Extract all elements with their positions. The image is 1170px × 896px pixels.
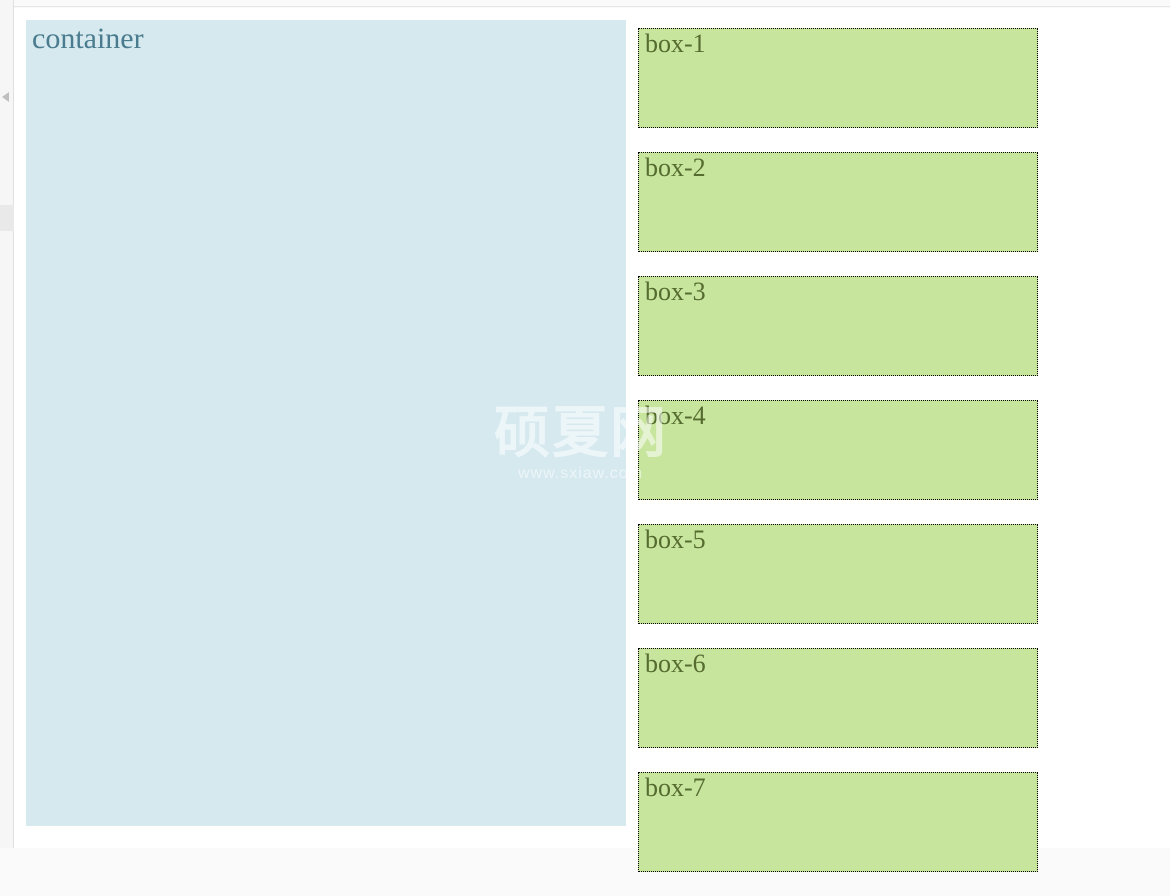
box-label: box-2 xyxy=(645,153,706,182)
box-item: box-7 xyxy=(638,772,1038,872)
box-item: box-2 xyxy=(638,152,1038,252)
box-item: box-5 xyxy=(638,524,1038,624)
box-label: box-5 xyxy=(645,525,706,554)
left-sidebar-tab[interactable] xyxy=(0,205,14,231)
box-label: box-4 xyxy=(645,401,706,430)
left-sidebar-strip xyxy=(0,0,14,848)
preview-canvas: container box-1 box-2 box-3 box-4 box-5 … xyxy=(14,8,1170,848)
collapse-arrow-icon[interactable] xyxy=(2,92,9,102)
box-item: box-3 xyxy=(638,276,1038,376)
container-panel: container xyxy=(26,20,626,826)
box-label: box-1 xyxy=(645,29,706,58)
box-item: box-1 xyxy=(638,28,1038,128)
top-border xyxy=(0,6,1170,7)
box-label: box-3 xyxy=(645,277,706,306)
box-label: box-7 xyxy=(645,773,706,802)
box-item: box-6 xyxy=(638,648,1038,748)
box-label: box-6 xyxy=(645,649,706,678)
box-item: box-4 xyxy=(638,400,1038,500)
boxes-column: box-1 box-2 box-3 box-4 box-5 box-6 box-… xyxy=(638,28,1038,896)
container-label: container xyxy=(32,22,144,55)
